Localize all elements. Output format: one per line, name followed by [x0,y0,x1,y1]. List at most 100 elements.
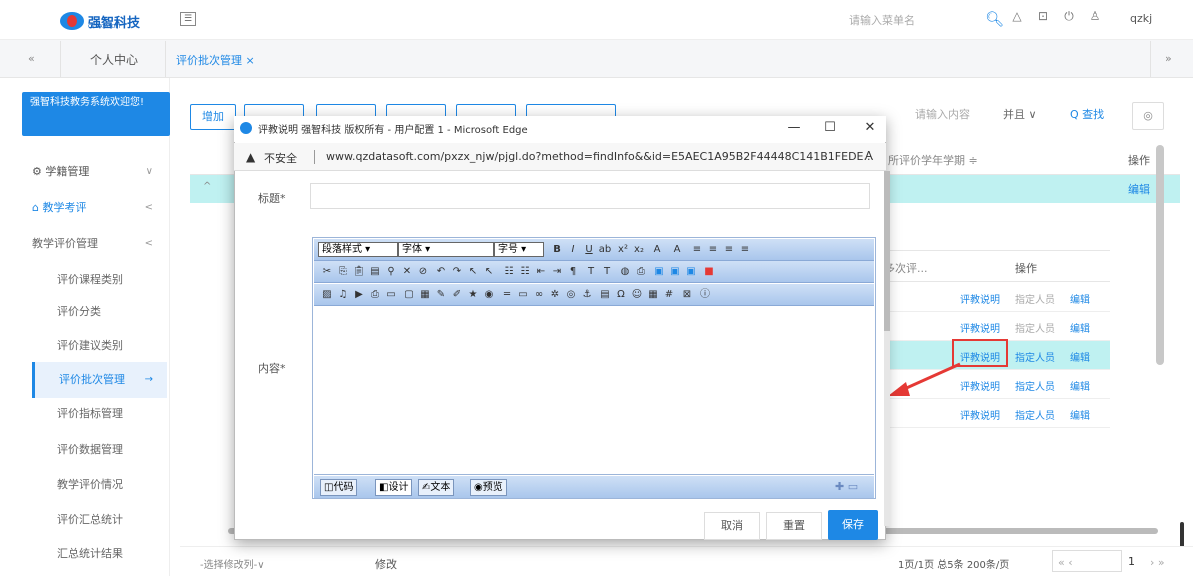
assign-person-link[interactable]: 指定人员 [1015,320,1055,335]
mode-code-button[interactable]: ◫代码 [320,479,358,496]
settings-icon[interactable]: ◎ [1132,102,1164,130]
select-all-icon[interactable]: ↖ [482,265,496,279]
grid-icon[interactable]: # [662,288,676,302]
date-icon[interactable]: ▦ [646,288,660,302]
edit-icon[interactable]: ✎ [434,288,448,302]
cancel-button[interactable]: 取消 [704,512,760,540]
select-icon[interactable]: ↖ [466,265,480,279]
save-button[interactable]: 保存 [828,510,878,540]
edit-link[interactable]: 编辑 [1128,181,1150,197]
bell-icon[interactable]: △ [1010,9,1024,25]
eval-description-link[interactable]: 评教说明 [960,407,1000,422]
sidebar-item-batch-management[interactable]: 评价批次管理 → [32,362,167,398]
collapse-icon[interactable]: ^ [203,181,211,192]
form-icon[interactable]: ▣ [652,265,666,279]
underline-icon[interactable]: U [582,243,596,257]
sidebar-item-summary-result[interactable]: 汇总统计结果 [22,536,167,572]
paste-text-icon[interactable]: ▤ [368,265,382,279]
info-icon[interactable]: ⓘ [698,288,712,302]
assign-person-link[interactable]: 指定人员 [1015,291,1055,306]
delete-icon[interactable]: ✕ [400,265,414,279]
unlink-icon[interactable]: ✲ [548,288,562,302]
sidebar-item-eval-category[interactable]: 评价分类 [22,294,167,330]
italic-icon[interactable]: I [566,243,580,257]
indent-icon[interactable]: ⇥ [550,265,564,279]
superscript-icon[interactable]: x² [616,243,630,257]
mode-design-button[interactable]: ◧设计 [375,479,413,496]
modal-scroll-thumb[interactable] [884,171,890,331]
url-text[interactable]: www.qzdatasoft.com/pxzx_njw/pjgl.do?meth… [326,150,874,163]
image-box-icon[interactable]: ▣ [684,265,698,279]
select-column-dropdown[interactable]: -选择修改列-∨ [200,556,265,571]
pager-page-number[interactable]: 1 [1128,555,1135,568]
bold-icon[interactable]: B [550,243,564,257]
horizontal-rule-icon[interactable]: ═ [500,288,514,302]
font-select[interactable]: 字体 ▾ [398,242,494,257]
sidebar-item-eval-management[interactable]: 教学评价管理 < [22,226,167,262]
copy-icon[interactable]: ⎘ [336,265,350,279]
reset-button[interactable]: 重置 [766,512,822,540]
undo-icon[interactable]: ↶ [434,265,448,279]
lock-icon[interactable]: ⊡ [1036,9,1050,25]
eval-description-link[interactable]: 评教说明 [960,291,1000,306]
edit-link[interactable]: 编辑 [1070,349,1090,364]
user-icon[interactable]: ♙ [1088,9,1102,25]
fullscreen-icon[interactable]: ⊠ [680,288,694,302]
globe-icon[interactable]: ◉ [482,288,496,302]
tab-home[interactable]: 个人中心 [90,51,138,68]
strikethrough-icon[interactable]: ab [598,243,612,257]
special-char-icon[interactable]: Ω [614,288,628,302]
assign-person-link[interactable]: 指定人员 [1015,407,1055,422]
editor-content-area[interactable] [314,308,874,475]
flash-icon[interactable]: ■ [702,265,716,279]
text-style-icon[interactable]: T [600,265,614,279]
username[interactable]: qzkj [1130,12,1152,25]
vertical-scrollbar[interactable] [1156,145,1164,365]
sidebar-item-suggestion-category[interactable]: 评价建议类别 [22,328,167,364]
emoji-icon[interactable]: ☺ [630,288,644,302]
maximize-icon[interactable]: ☐ [816,118,844,138]
brush-icon[interactable]: ✐ [450,288,464,302]
tab-scroll-right-button[interactable]: » [1165,52,1172,65]
insert-table-icon[interactable]: ▦ [418,288,432,302]
reader-mode-icon[interactable]: A [865,149,873,162]
mode-text-button[interactable]: ✍文本 [418,479,455,496]
outdent-icon[interactable]: ⇤ [534,265,548,279]
edit-link[interactable]: 编辑 [1070,378,1090,393]
sidebar-item-data-management[interactable]: 评价数据管理 [22,432,167,468]
special-icon[interactable]: ★ [466,288,480,302]
insecure-label[interactable]: 不安全 [264,150,297,166]
align-left-icon[interactable]: ≡ [690,243,704,257]
modify-button[interactable]: 修改 [375,556,397,572]
attachment-icon[interactable]: ⎙ [368,288,382,302]
sidebar-item-eval-status[interactable]: 教学评价情况 [22,467,167,503]
eval-description-link[interactable]: 评教说明 [960,378,1000,393]
marquee-icon[interactable]: ▭ [516,288,530,302]
remove-format-icon[interactable]: ⊘ [416,265,430,279]
anchor-icon[interactable]: ⚓︎ [580,288,594,302]
assign-person-link[interactable]: 指定人员 [1015,349,1055,364]
align-justify-icon[interactable]: ≡ [738,243,752,257]
resize-editor-icon[interactable]: ✚ ▭ [835,480,858,493]
text-box-icon[interactable]: T [584,265,598,279]
title-input[interactable] [310,183,870,209]
ordered-list-icon[interactable]: ☷ [502,265,516,279]
sidebar-item-student-status[interactable]: ⚙ 学籍管理 ∨ [22,154,167,190]
add-button[interactable]: 增加 [190,104,236,130]
highlight-color-icon[interactable]: A [670,243,684,257]
redo-icon[interactable]: ↷ [450,265,464,279]
sidebar-item-indicator-management[interactable]: 评价指标管理 [22,396,167,432]
insert-image-icon[interactable]: ▨ [320,288,334,302]
close-icon[interactable]: ✕ [856,118,884,138]
menu-search-input[interactable]: 请输入菜单名 [838,8,978,32]
power-icon[interactable]: ⏻ [1062,9,1076,25]
minimize-icon[interactable]: — [780,118,808,138]
eval-description-link[interactable]: 评教说明 [960,320,1000,335]
preview-icon[interactable]: ◍ [618,265,632,279]
paragraph-style-select[interactable]: 段落样式 ▾ [318,242,398,257]
sidebar-item-teaching-eval[interactable]: ⌂ 教学考评 < [22,190,167,226]
insert-video-icon[interactable]: ▶ [352,288,366,302]
paste-icon[interactable]: 📋︎ [352,265,366,279]
font-size-select[interactable]: 字号 ▾ [494,242,544,257]
insert-frame-icon[interactable]: ▤ [598,288,612,302]
